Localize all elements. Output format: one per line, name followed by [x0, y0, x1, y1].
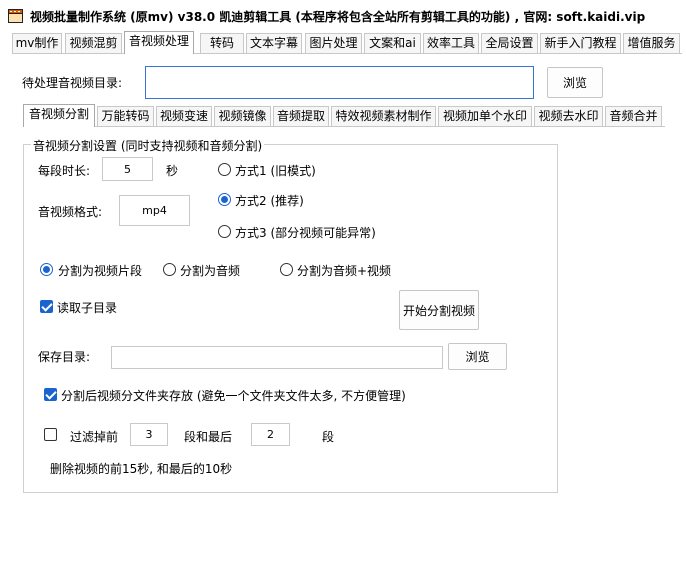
title-bar: 视频批量制作系统 (原mv) v38.0 凯迪剪辑工具 (本程序将包含全站所有剪… — [0, 0, 686, 32]
save-dir-browse-button[interactable]: 浏览 — [448, 343, 507, 370]
read-subdir-label[interactable]: 读取子目录 — [57, 299, 117, 316]
save-dir-label: 保存目录: — [38, 350, 91, 364]
output-video-label[interactable]: 分割为视频片段 — [58, 262, 142, 279]
output-video-radio[interactable] — [40, 263, 53, 276]
tab-value-added-services[interactable]: 增值服务 — [623, 33, 680, 54]
app-icon — [8, 9, 23, 23]
tab-image-processing[interactable]: 图片处理 — [305, 33, 362, 54]
filter-front-input[interactable] — [130, 423, 168, 446]
mode-2-radio[interactable] — [218, 193, 231, 206]
main-tab-divider — [12, 53, 682, 54]
mode-3-radio[interactable] — [218, 225, 231, 238]
filter-note: 删除视频的前15秒, 和最后的10秒 — [50, 462, 233, 476]
tab-copywriting-ai[interactable]: 文案和ai — [364, 33, 421, 54]
duration-label: 每段时长: — [38, 164, 91, 178]
filter-back-input[interactable] — [251, 423, 290, 446]
output-audio-video-radio[interactable] — [280, 263, 293, 276]
subtab-universal-transcode[interactable]: 万能转码 — [97, 106, 154, 127]
subtab-single-watermark[interactable]: 视频加单个水印 — [438, 106, 532, 127]
mode-1-label[interactable]: 方式1 (旧模式) — [235, 162, 316, 179]
tab-mv[interactable]: mv制作 — [12, 33, 62, 54]
mode-1-radio[interactable] — [218, 163, 231, 176]
sub-tab-divider — [23, 126, 665, 127]
output-audio-video-label[interactable]: 分割为音频+视频 — [297, 262, 391, 279]
filter-label[interactable]: 过滤掉前 — [70, 428, 118, 445]
input-dir-browse-button[interactable]: 浏览 — [547, 67, 603, 98]
filter-mid-label: 段和最后 — [184, 430, 233, 444]
input-dir-field[interactable] — [145, 66, 534, 99]
mode-3-label[interactable]: 方式3 (部分视频可能异常) — [235, 224, 376, 241]
format-input[interactable] — [119, 195, 190, 226]
tab-transcode[interactable]: 转码 — [200, 33, 244, 54]
start-split-button[interactable]: 开始分割视频 — [399, 290, 479, 330]
subtab-split[interactable]: 音视频分割 — [23, 104, 95, 127]
mode-2-label[interactable]: 方式2 (推荐) — [235, 192, 304, 209]
format-label: 音视频格式: — [38, 205, 103, 219]
tab-global-settings[interactable]: 全局设置 — [481, 33, 538, 54]
split-settings-title: 音视频分割设置 (同时支持视频和音频分割) — [31, 137, 265, 154]
tab-beginner-tutorial[interactable]: 新手入门教程 — [540, 33, 621, 54]
tab-audio-video-processing[interactable]: 音视频处理 — [124, 31, 194, 54]
tab-text-subtitle[interactable]: 文本字幕 — [246, 33, 302, 54]
subfolder-label[interactable]: 分割后视频分文件夹存放 (避免一个文件夹文件太多, 不方便管理) — [61, 387, 406, 404]
subtab-video-speed[interactable]: 视频变速 — [156, 106, 212, 127]
subtab-audio-merge[interactable]: 音频合并 — [605, 106, 662, 127]
filter-checkbox[interactable] — [44, 428, 57, 441]
save-dir-input[interactable] — [111, 346, 443, 369]
subtab-audio-extract[interactable]: 音频提取 — [273, 106, 329, 127]
read-subdir-checkbox[interactable] — [40, 300, 53, 313]
filter-unit-label: 段 — [322, 430, 335, 444]
duration-input[interactable] — [102, 157, 153, 181]
window-title: 视频批量制作系统 (原mv) v38.0 凯迪剪辑工具 (本程序将包含全站所有剪… — [30, 10, 646, 24]
subtab-video-mirror[interactable]: 视频镜像 — [214, 106, 271, 127]
tab-video-mix[interactable]: 视频混剪 — [65, 33, 122, 54]
output-audio-radio[interactable] — [163, 263, 176, 276]
input-dir-label: 待处理音视频目录: — [22, 76, 123, 90]
output-audio-label[interactable]: 分割为音频 — [180, 262, 240, 279]
subtab-remove-watermark[interactable]: 视频去水印 — [534, 106, 603, 127]
subfolder-checkbox[interactable] — [44, 388, 57, 401]
duration-unit: 秒 — [166, 164, 179, 178]
tab-efficiency-tools[interactable]: 效率工具 — [423, 33, 479, 54]
subtab-effects-material[interactable]: 特效视频素材制作 — [331, 106, 436, 127]
